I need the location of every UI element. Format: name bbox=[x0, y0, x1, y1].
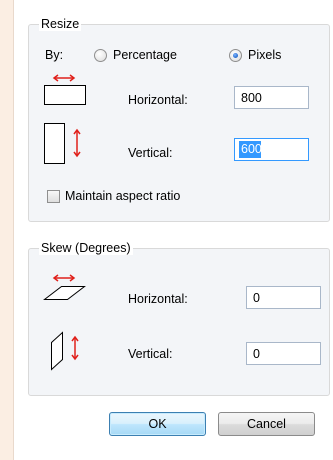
cancel-button[interactable]: Cancel bbox=[218, 412, 315, 436]
resize-vertical-label: Vertical: bbox=[128, 146, 173, 160]
skew-horizontal-icon bbox=[43, 274, 86, 300]
resize-horizontal-label: Horizontal: bbox=[128, 93, 188, 107]
resize-horizontal-input[interactable] bbox=[234, 86, 309, 109]
resize-vertical-field[interactable]: 600 bbox=[234, 138, 309, 161]
resize-horizontal-icon bbox=[44, 74, 86, 105]
maintain-aspect-label[interactable]: Maintain aspect ratio bbox=[65, 189, 180, 203]
resize-vertical-icon bbox=[44, 123, 81, 164]
skew-horizontal-label: Horizontal: bbox=[128, 292, 188, 306]
pixels-radio[interactable] bbox=[229, 49, 242, 62]
percentage-radio[interactable] bbox=[94, 49, 107, 62]
skew-vertical-label: Vertical: bbox=[128, 347, 173, 361]
resize-group-title: Resize bbox=[39, 17, 82, 31]
ok-button[interactable]: OK bbox=[109, 412, 206, 436]
by-label: By: bbox=[45, 48, 64, 62]
skew-group-title: Skew (Degrees) bbox=[39, 241, 133, 255]
pixels-label[interactable]: Pixels bbox=[248, 48, 281, 62]
maintain-aspect-checkbox[interactable] bbox=[47, 190, 60, 203]
resize-vertical-value: 600 bbox=[241, 142, 262, 156]
resize-skew-dialog: Resize By: Percentage Pixels Horizontal:… bbox=[13, 0, 333, 460]
skew-vertical-input[interactable] bbox=[246, 342, 321, 365]
skew-vertical-icon bbox=[51, 331, 79, 371]
skew-horizontal-input[interactable] bbox=[246, 286, 321, 309]
percentage-label[interactable]: Percentage bbox=[113, 48, 177, 62]
